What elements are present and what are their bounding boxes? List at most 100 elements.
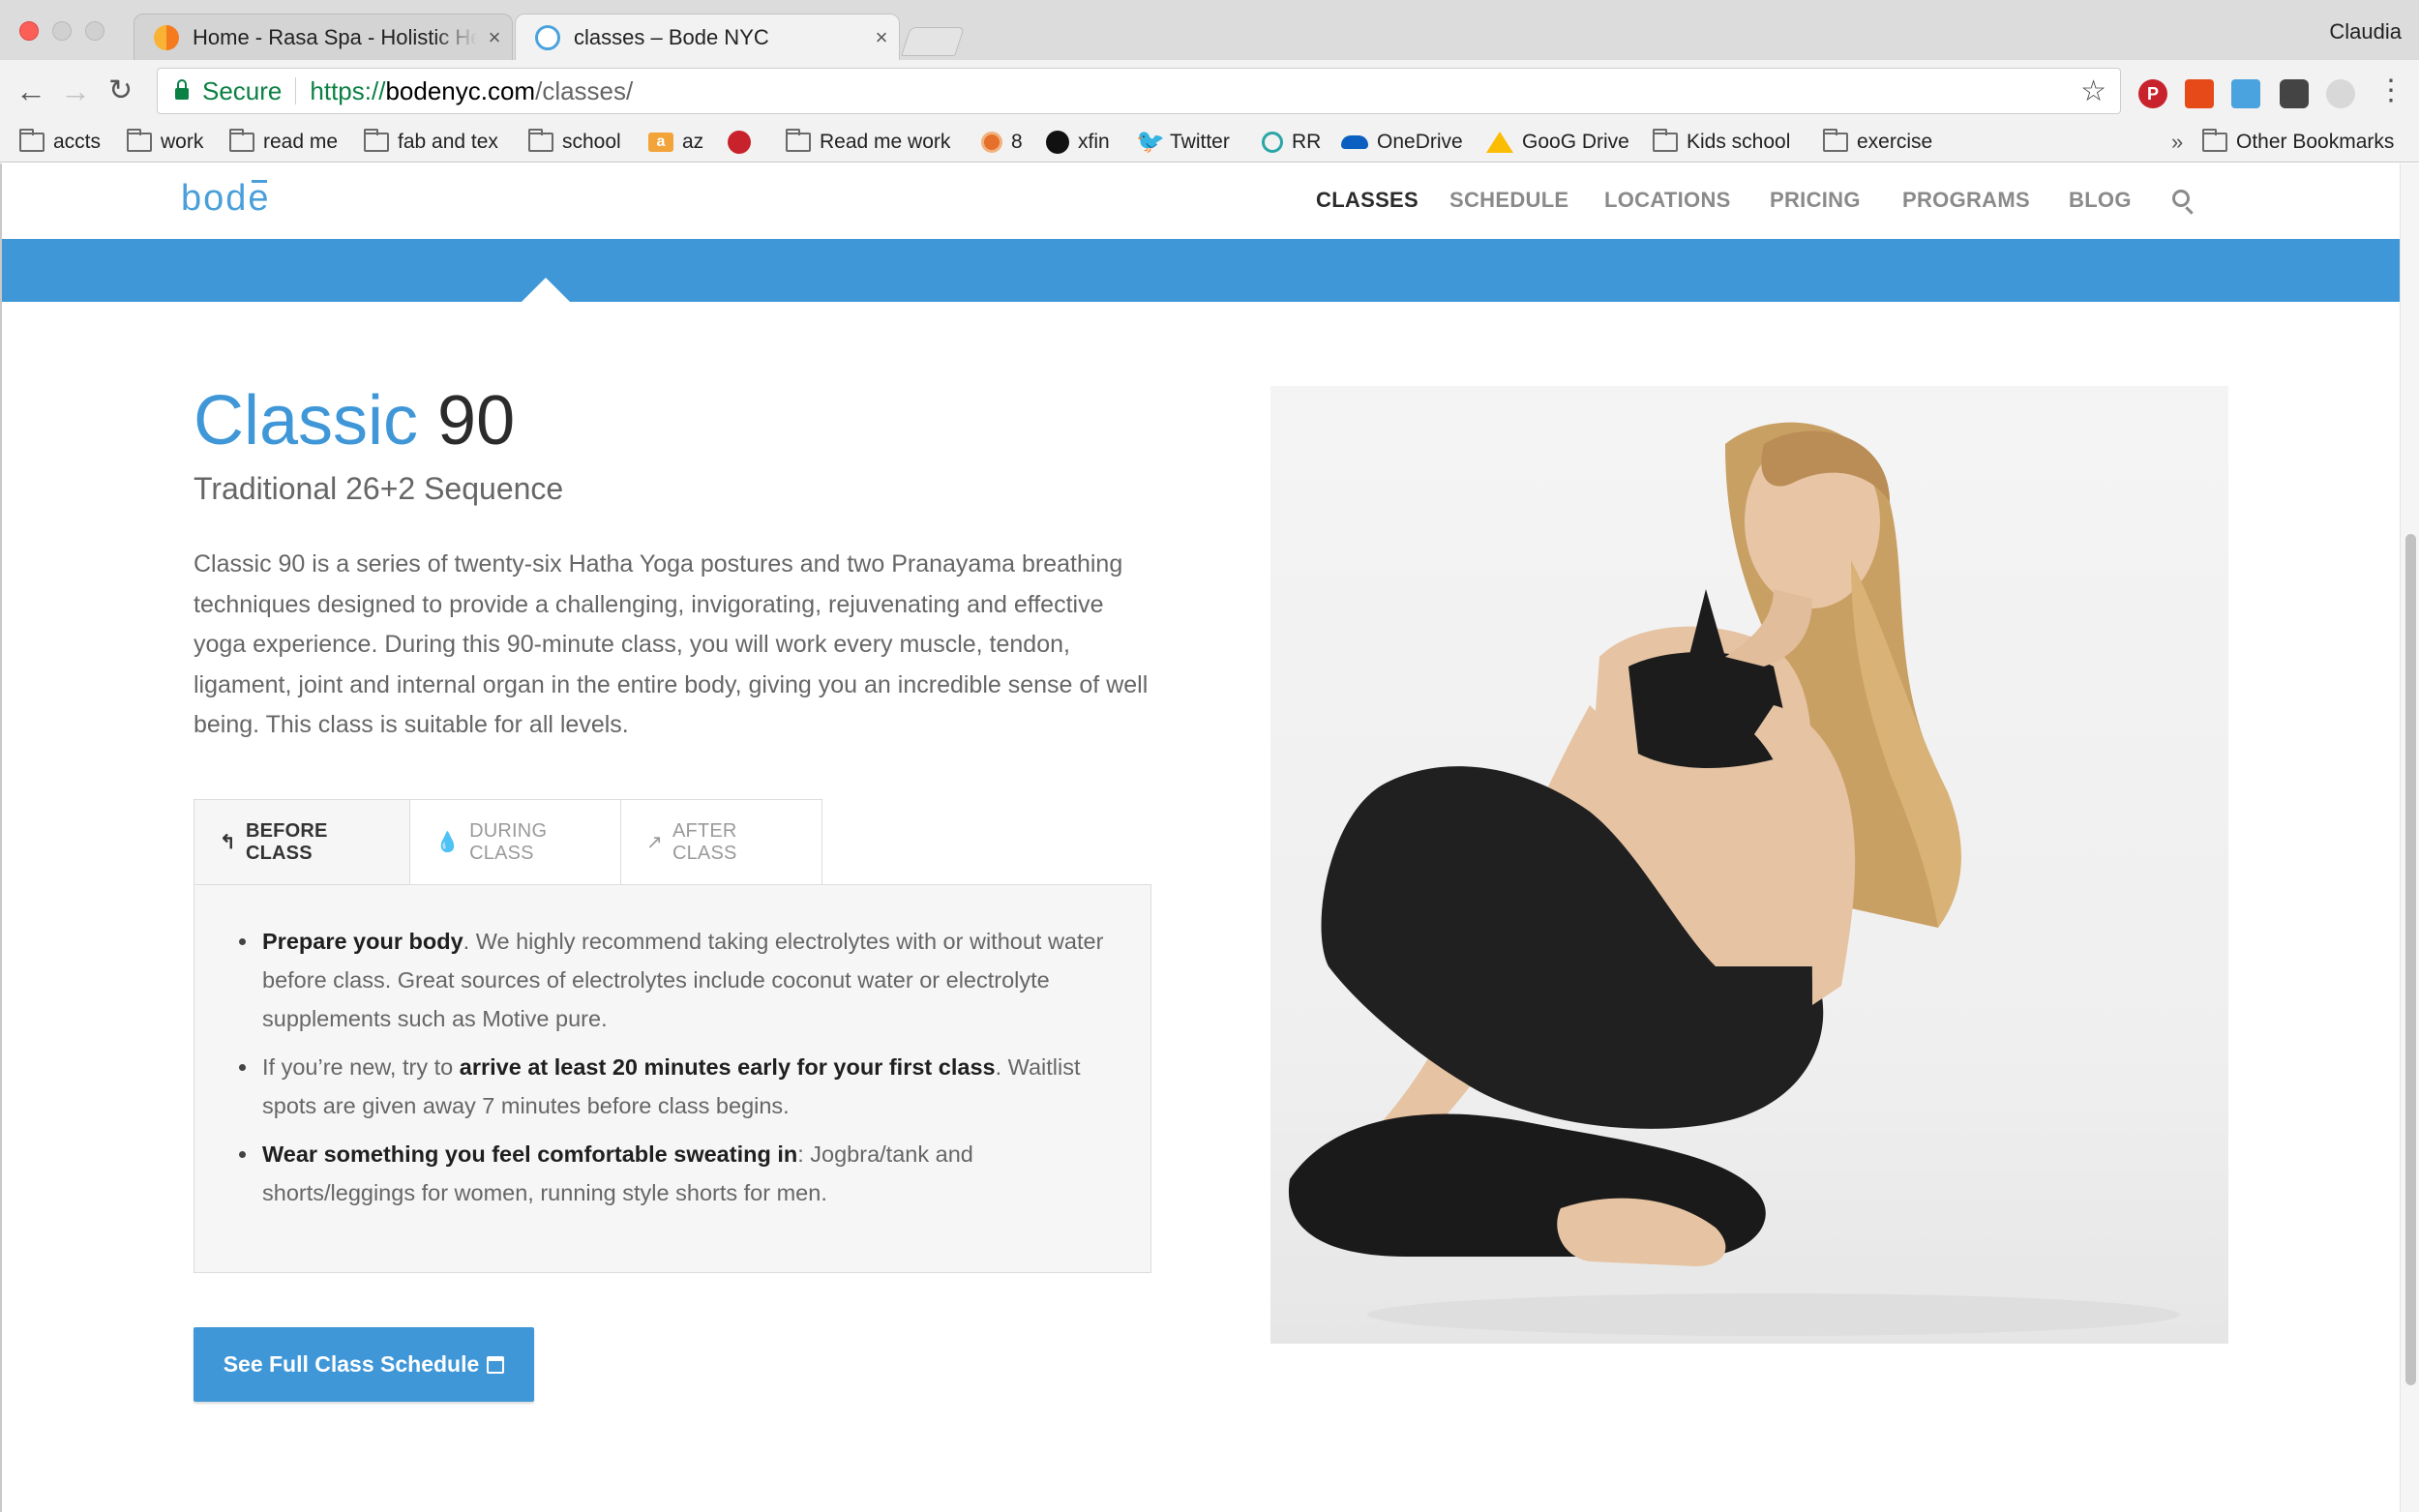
bookmarks-overflow-icon[interactable]: » — [2171, 130, 2183, 155]
bookmark-item[interactable]: Read me work — [786, 128, 950, 157]
twitter-icon: 🐦 — [1136, 129, 1165, 155]
browser-menu-icon[interactable]: ⋮ — [2376, 74, 2405, 107]
tab-during-class[interactable]: 💧 DURING CLASS — [410, 799, 621, 885]
before-class-panel: Prepare your body. We highly recommend t… — [194, 884, 1151, 1273]
other-bookmarks[interactable]: Other Bookmarks — [2202, 128, 2394, 157]
rasa-spa-favicon-icon — [154, 24, 179, 50]
browser-tab-bar: Home - Rasa Spa - Holistic Health × clas… — [0, 0, 2419, 60]
url-host: bodenyc.com — [385, 75, 536, 105]
instructor-illustration — [1288, 422, 2180, 1336]
hero-band — [2, 239, 2400, 302]
pinterest-icon — [728, 131, 751, 154]
onedrive-icon — [1341, 135, 1368, 149]
bookmark-item[interactable]: 8 — [981, 128, 1023, 157]
url-scheme: https:// — [310, 75, 386, 105]
bookmark-item[interactable]: OneDrive — [1341, 128, 1463, 157]
class-description: Classic 90 is a series of twenty-six Hat… — [194, 550, 1149, 738]
tab-title: Home - Rasa Spa - Holistic Health — [193, 24, 477, 49]
nav-programs[interactable]: PROGRAMS — [1902, 188, 2030, 213]
lock-icon — [175, 79, 189, 100]
pinterest-extension-icon[interactable]: P — [2138, 79, 2167, 108]
folder-icon — [19, 129, 45, 152]
full-schedule-button[interactable]: See Full Class Schedule — [194, 1327, 534, 1402]
tab-before-class[interactable]: ↰ BEFORE CLASS — [194, 799, 410, 885]
bookmark-item[interactable]: fab and tex — [364, 128, 498, 157]
folder-icon — [229, 129, 254, 152]
folder-icon — [1653, 129, 1678, 152]
bookmark-star-icon[interactable]: ☆ — [2080, 74, 2106, 108]
bookmark-item[interactable]: xfin — [1046, 128, 1110, 157]
divider — [295, 77, 297, 104]
bookmark-item[interactable]: school — [528, 128, 621, 157]
page-scrollbar[interactable] — [2400, 163, 2419, 1512]
drop-icon: 💧 — [435, 832, 461, 853]
class-subtitle: Traditional 26+2 Sequence — [194, 471, 564, 506]
profile-name[interactable]: Claudia — [2329, 19, 2402, 44]
band-notch — [521, 278, 571, 303]
tab-after-class[interactable]: ↗ AFTER CLASS — [621, 799, 822, 885]
scrollbar-thumb[interactable] — [2405, 534, 2416, 1385]
window-extension-icon[interactable] — [2231, 79, 2260, 108]
folder-icon — [364, 129, 389, 152]
tab-title: classes – Bode NYC — [574, 24, 769, 49]
search-icon[interactable] — [2172, 190, 2190, 207]
address-bar[interactable]: Secure https:// bodenyc.com /classes/ ☆ — [157, 68, 2121, 114]
bookmark-item[interactable]: exercise — [1823, 128, 1932, 157]
list-item: If you’re new, try to arrive at least 20… — [237, 1048, 1118, 1125]
bookmark-item[interactable]: RR — [1262, 128, 1321, 157]
bode-logo[interactable]: bode — [181, 178, 271, 220]
bookmark-item[interactable]: work — [127, 128, 203, 157]
new-tab-button[interactable] — [901, 27, 965, 56]
arrow-forward-icon: ↗ — [646, 832, 663, 853]
close-tab-icon[interactable]: × — [864, 25, 899, 50]
cloud-extension-icon[interactable] — [2326, 79, 2355, 108]
close-tab-icon[interactable]: × — [477, 25, 512, 50]
instructor-photo — [1270, 386, 2228, 1344]
back-arrow-icon[interactable]: ← — [15, 74, 46, 108]
bookmark-item[interactable]: Kids school — [1653, 128, 1790, 157]
calendar-icon — [487, 1355, 505, 1374]
nav-blog[interactable]: BLOG — [2069, 188, 2132, 213]
bookmark-item[interactable]: accts — [19, 128, 101, 157]
class-info-tabs: ↰ BEFORE CLASS 💧 DURING CLASS ↗ AFTER CLASS — [194, 799, 822, 885]
google-drive-icon — [1486, 132, 1513, 153]
nav-pricing[interactable]: PRICING — [1770, 188, 1861, 213]
page-viewport: bode CLASSES SCHEDULE LOCATIONS PRICING … — [0, 163, 2400, 1512]
bode-favicon-icon — [535, 24, 560, 50]
nav-classes[interactable]: CLASSES — [1316, 188, 1419, 213]
url-path: /classes/ — [535, 75, 634, 105]
badge-icon — [981, 132, 1002, 153]
bookmarks-bar: accts work read me fab and tex school aa… — [0, 124, 2419, 163]
nav-schedule[interactable]: SCHEDULE — [1449, 188, 1568, 213]
before-class-list: Prepare your body. We highly recommend t… — [237, 922, 1118, 1212]
bookmark-item[interactable]: a az — [648, 128, 703, 157]
rr-icon — [1262, 132, 1283, 153]
office-extension-icon[interactable] — [2185, 79, 2214, 108]
amazon-icon: a — [648, 133, 673, 152]
arrow-back-icon: ↰ — [220, 832, 236, 853]
folder-icon — [1823, 129, 1848, 152]
nav-locations[interactable]: LOCATIONS — [1604, 188, 1731, 213]
bookmark-item[interactable]: read me — [229, 128, 338, 157]
page-title: Classic 90 — [194, 382, 516, 460]
reload-icon[interactable]: ↻ — [108, 74, 133, 108]
list-item: Prepare your body. We highly recommend t… — [237, 922, 1118, 1038]
browser-tab-rasa-spa[interactable]: Home - Rasa Spa - Holistic Health × — [134, 14, 513, 60]
forward-arrow-icon[interactable]: → — [60, 74, 91, 108]
pocket-extension-icon[interactable] — [2280, 79, 2309, 108]
folder-icon — [127, 129, 152, 152]
folder-icon — [786, 129, 811, 152]
browser-tab-bode[interactable]: classes – Bode NYC × — [515, 14, 900, 60]
secure-label: Secure — [202, 75, 283, 105]
minimize-window-button[interactable] — [52, 21, 72, 41]
close-window-button[interactable] — [19, 21, 39, 41]
bookmark-item[interactable] — [728, 128, 760, 157]
xfinity-icon — [1046, 131, 1069, 154]
bookmark-item[interactable]: GooG Drive — [1486, 128, 1629, 157]
maximize-window-button[interactable] — [85, 21, 105, 41]
bookmark-item[interactable]: 🐦 Twitter — [1136, 128, 1230, 157]
folder-icon — [528, 129, 553, 152]
browser-toolbar: ← → ↻ Secure https:// bodenyc.com /class… — [0, 60, 2419, 124]
folder-icon — [2202, 129, 2227, 152]
list-item: Wear something you feel comfortable swea… — [237, 1135, 1118, 1212]
